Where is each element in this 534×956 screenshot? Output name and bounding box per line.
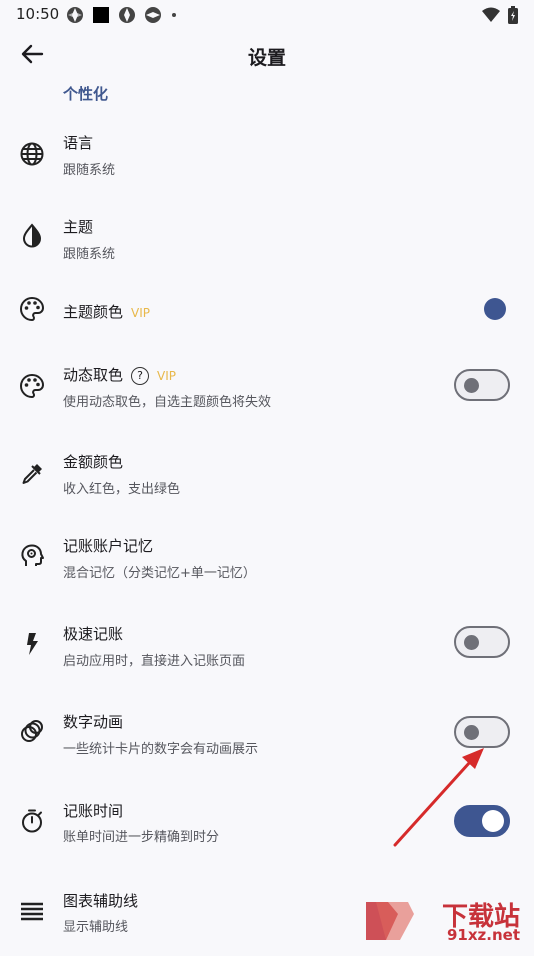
watermark-logo: 下载站 91xz.net — [358, 896, 528, 946]
watermark-site: 91xz.net — [446, 926, 520, 944]
watermark-logo-mark — [366, 902, 414, 940]
annotation-arrow — [393, 748, 484, 847]
